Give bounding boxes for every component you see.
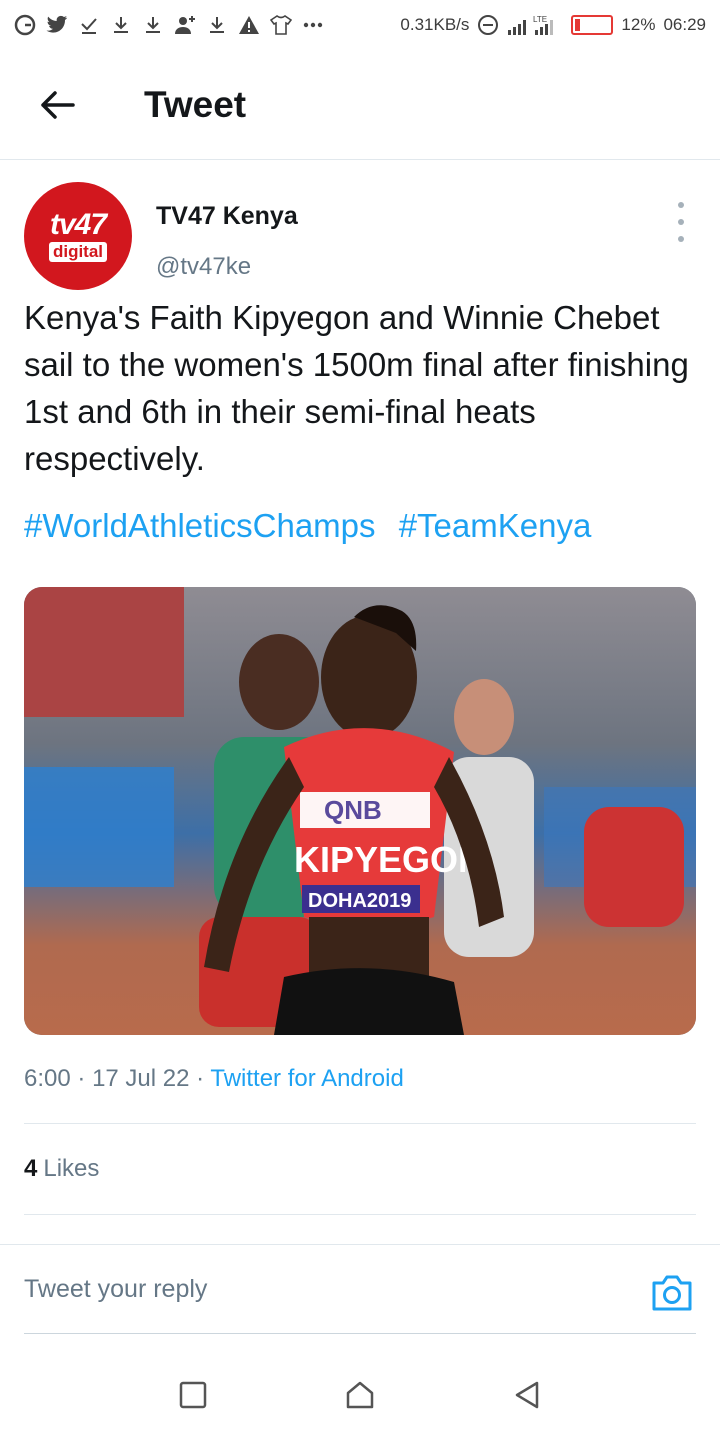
warning-icon xyxy=(238,14,260,36)
bib-event: DOHA2019 xyxy=(308,890,411,912)
author-handle[interactable]: @tv47ke xyxy=(156,253,298,281)
more-dot xyxy=(678,219,684,225)
likes-count-row[interactable]: 4 Likes xyxy=(24,1124,696,1214)
recent-apps-button[interactable] xyxy=(163,1365,223,1425)
likes-label: Likes xyxy=(43,1155,100,1182)
bib-name: KIPYEGON xyxy=(294,839,484,880)
more-notifications-icon xyxy=(302,14,324,36)
add-person-icon xyxy=(174,14,196,36)
back-nav-button[interactable] xyxy=(497,1365,557,1425)
home-icon xyxy=(346,1381,374,1409)
camera-button[interactable] xyxy=(650,1273,694,1313)
more-dot xyxy=(678,236,684,242)
tweet-author-row: tv47 digital TV47 Kenya @tv47ke xyxy=(24,182,696,294)
tweet-text: Kenya's Faith Kipyegon and Winnie Chebet… xyxy=(24,299,698,477)
hashtag-link[interactable]: #WorldAthleticsChamps xyxy=(24,507,376,544)
tweet-meta: 6:00 · 17 Jul 22 · Twitter for Android xyxy=(24,1065,696,1101)
meta-separator: · xyxy=(196,1065,211,1092)
signal-icon: LTE xyxy=(507,14,563,36)
more-options-button[interactable] xyxy=(666,202,696,242)
back-button[interactable] xyxy=(22,70,92,140)
g-icon xyxy=(14,14,36,36)
square-icon xyxy=(180,1381,207,1409)
top-app-bar: Tweet xyxy=(0,50,720,160)
author-info: TV47 Kenya @tv47ke xyxy=(156,182,298,281)
avatar[interactable]: tv47 digital xyxy=(24,182,132,290)
clock: 06:29 xyxy=(663,15,706,34)
page-title: Tweet xyxy=(144,83,247,125)
tweet-source-link[interactable]: Twitter for Android xyxy=(210,1065,403,1092)
author-display-name[interactable]: TV47 Kenya xyxy=(156,202,298,231)
reply-underline xyxy=(24,1333,696,1334)
more-dot xyxy=(678,202,684,208)
tweet-time: 6:00 xyxy=(24,1065,71,1092)
divider xyxy=(24,1214,696,1215)
system-navigation-bar xyxy=(0,1350,720,1440)
network-speed: 0.31KB/s xyxy=(400,15,470,34)
home-button[interactable] xyxy=(330,1365,390,1425)
system-status: 0.31KB/s LTE 12% 06:29 xyxy=(400,14,706,36)
do-not-disturb-icon xyxy=(477,14,499,36)
download-icon xyxy=(110,14,132,36)
status-bar: 0.31KB/s LTE 12% 06:29 xyxy=(0,0,720,50)
battery-icon xyxy=(571,15,614,35)
likes-count: 4 xyxy=(24,1155,38,1182)
tweet-image[interactable]: QNB KIPYEGON DOHA2019 xyxy=(24,587,696,1035)
bib-sponsor: QNB xyxy=(324,795,382,825)
athlete-photo: QNB KIPYEGON DOHA2019 xyxy=(24,587,696,1035)
tweet-hashtags: #WorldAthleticsChamps #TeamKenya xyxy=(24,502,696,549)
tweet-detail: tv47 digital TV47 Kenya @tv47ke Kenya's … xyxy=(24,182,696,1215)
notification-icons xyxy=(14,14,324,36)
avatar-logo-text: tv47 xyxy=(49,208,107,241)
avatar-logo-subtext: digital xyxy=(48,242,108,262)
twitter-bird-icon xyxy=(46,14,68,36)
back-arrow-icon xyxy=(41,90,75,119)
tweet-date: 17 Jul 22 xyxy=(92,1065,190,1092)
camera-icon xyxy=(652,1275,692,1311)
download-icon xyxy=(142,14,164,36)
battery-percent: 12% xyxy=(621,15,656,34)
hashtag-link[interactable]: #TeamKenya xyxy=(399,507,592,544)
reply-composer xyxy=(0,1244,720,1334)
check-icon xyxy=(78,14,100,36)
download-icon xyxy=(206,14,228,36)
reply-input[interactable] xyxy=(24,1245,624,1333)
meta-separator: · xyxy=(77,1065,93,1092)
triangle-back-icon xyxy=(515,1381,538,1409)
shirt-icon xyxy=(270,14,292,36)
network-type-label: LTE xyxy=(533,15,547,24)
